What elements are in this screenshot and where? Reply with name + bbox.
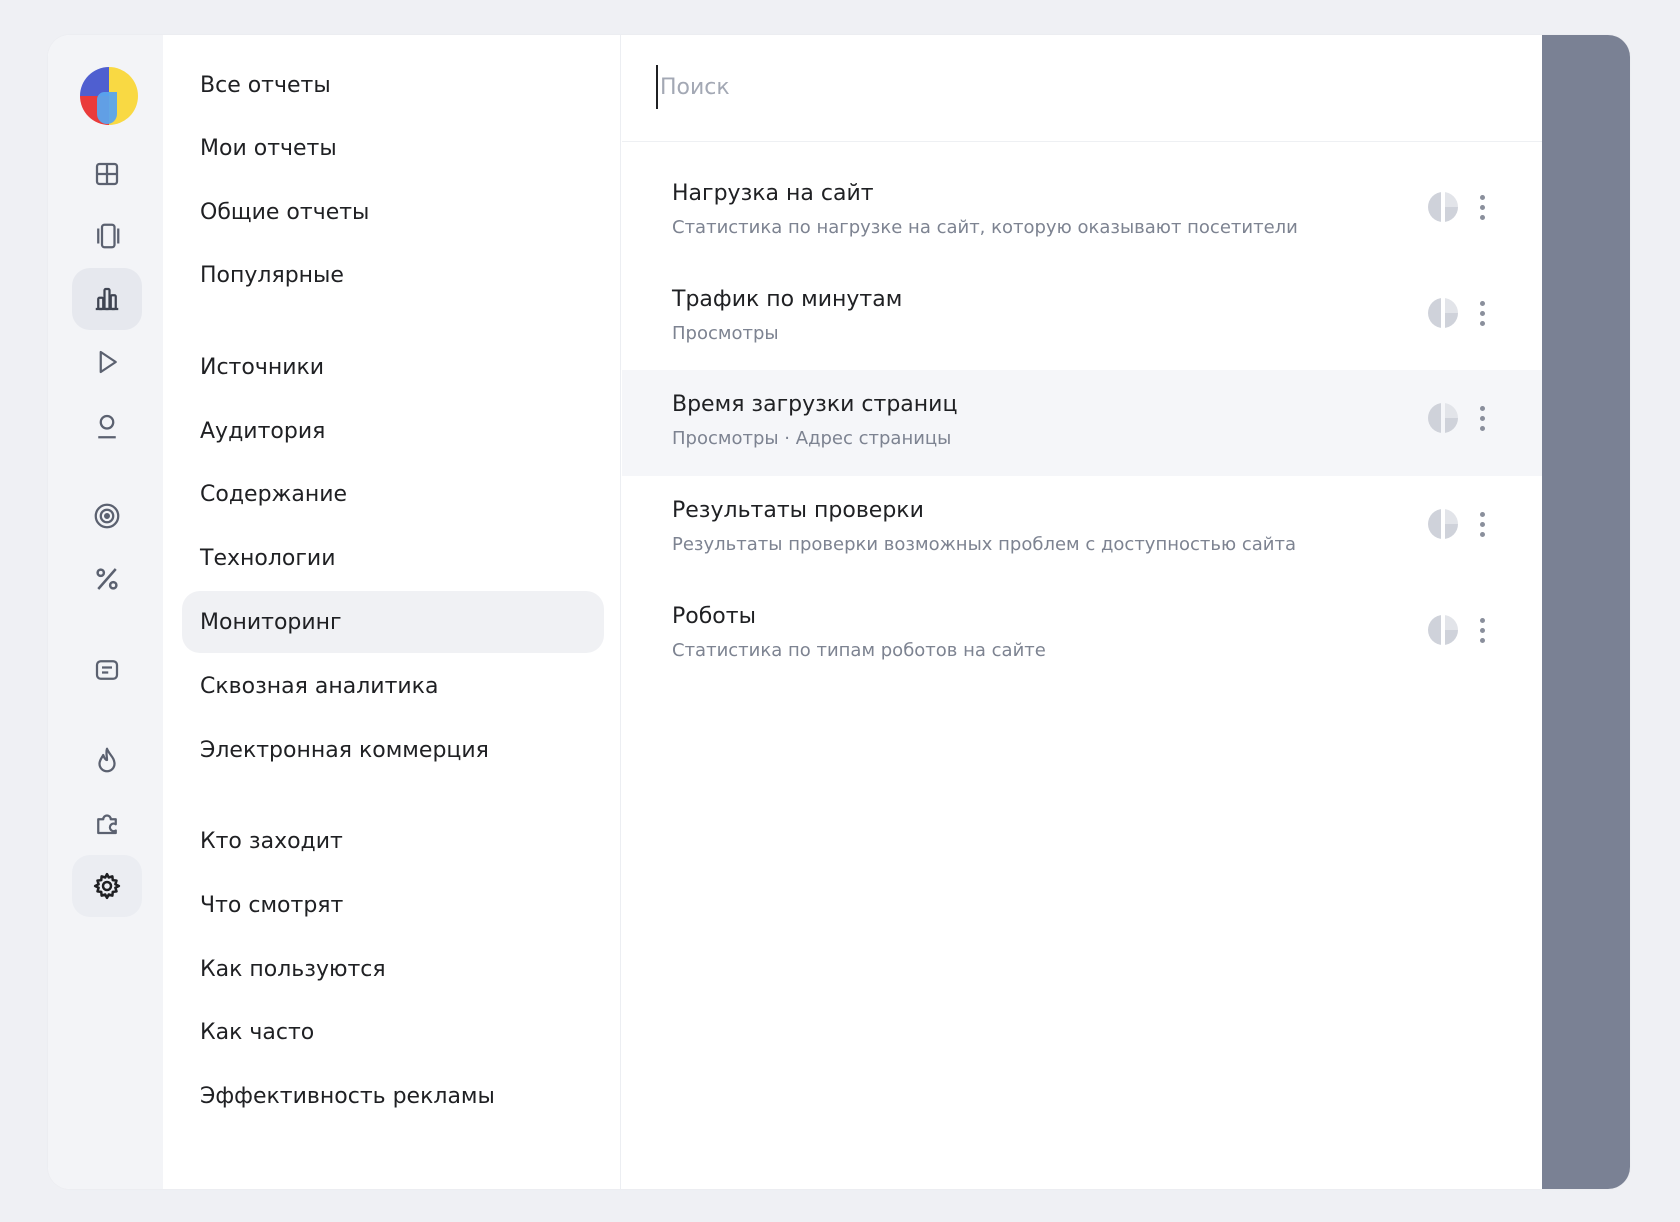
- nav-item-all-reports[interactable]: Все отчеты: [182, 54, 604, 116]
- report-subtitle: Статистика по типам роботов на сайте: [672, 640, 1046, 661]
- percent-icon[interactable]: [72, 548, 142, 610]
- more-options-icon[interactable]: [1470, 398, 1494, 438]
- device-icon[interactable]: [72, 205, 142, 267]
- target-icon[interactable]: [72, 485, 142, 547]
- nav-item-sources[interactable]: Источники: [182, 336, 604, 398]
- report-subtitle: Просмотры · Адрес страницы: [672, 428, 952, 449]
- report-row[interactable]: Результаты проверки Результаты проверки …: [622, 476, 1542, 582]
- search-bar: [622, 35, 1542, 142]
- pie-chart-icon[interactable]: [1428, 509, 1458, 539]
- report-title: Результаты проверки: [672, 498, 924, 523]
- nav-item-label: Как часто: [200, 1019, 315, 1045]
- nav-item-label: Что смотрят: [200, 892, 344, 918]
- report-categories-nav: Все отчеты Мои отчеты Общие отчеты Попул…: [163, 35, 621, 1189]
- more-options-icon[interactable]: [1470, 504, 1494, 544]
- user-icon[interactable]: [72, 395, 142, 457]
- nav-item-how-they-use[interactable]: Как пользуются: [182, 938, 604, 1000]
- nav-item-label: Популярные: [200, 262, 344, 288]
- report-subtitle: Результаты проверки возможных проблем с …: [672, 534, 1297, 555]
- report-title: Нагрузка на сайт: [672, 181, 874, 206]
- report-subtitle: Статистика по нагрузке на сайт, которую …: [672, 217, 1298, 238]
- pie-chart-icon[interactable]: [1428, 615, 1458, 645]
- nav-item-content[interactable]: Содержание: [182, 463, 604, 525]
- play-icon[interactable]: [72, 331, 142, 393]
- nav-item-ad-effectiveness[interactable]: Эффективность рекламы: [182, 1065, 604, 1127]
- nav-item-label: Электронная коммерция: [200, 737, 489, 763]
- nav-item-label: Содержание: [200, 481, 348, 507]
- nav-item-ecommerce[interactable]: Электронная коммерция: [182, 719, 604, 781]
- puzzle-icon[interactable]: [72, 792, 142, 854]
- nav-item-my-reports[interactable]: Мои отчеты: [182, 117, 604, 179]
- overlay-backdrop[interactable]: [1542, 35, 1630, 1189]
- report-title: Время загрузки страниц: [672, 392, 958, 417]
- list-icon[interactable]: [72, 639, 142, 701]
- nav-item-label: Общие отчеты: [200, 199, 370, 225]
- report-row[interactable]: Время загрузки страниц Просмотры · Адрес…: [622, 370, 1542, 476]
- nav-item-label: Все отчеты: [200, 72, 331, 98]
- pie-chart-icon[interactable]: [1428, 403, 1458, 433]
- report-title: Роботы: [672, 604, 756, 629]
- fire-icon[interactable]: [72, 729, 142, 791]
- more-options-icon[interactable]: [1470, 610, 1494, 650]
- reports-panel: Нагрузка на сайт Статистика по нагрузке …: [622, 35, 1542, 1189]
- nav-item-label: Источники: [200, 354, 325, 380]
- report-subtitle: Просмотры: [672, 323, 779, 344]
- nav-item-label: Эффективность рекламы: [200, 1083, 495, 1109]
- report-row[interactable]: Роботы Статистика по типам роботов на са…: [622, 582, 1542, 688]
- report-row[interactable]: Нагрузка на сайт Статистика по нагрузке …: [622, 159, 1542, 265]
- nav-item-what-they-view[interactable]: Что смотрят: [182, 874, 604, 936]
- nav-item-label: Сквозная аналитика: [200, 673, 439, 699]
- nav-item-label: Аудитория: [200, 418, 326, 444]
- nav-item-label: Мониторинг: [200, 609, 342, 635]
- nav-item-shared-reports[interactable]: Общие отчеты: [182, 181, 604, 243]
- nav-item-label: Как пользуются: [200, 956, 386, 982]
- pie-chart-icon[interactable]: [1428, 192, 1458, 222]
- search-input[interactable]: [656, 65, 1416, 109]
- nav-item-technology[interactable]: Технологии: [182, 527, 604, 589]
- nav-item-label: Технологии: [200, 545, 336, 571]
- nav-item-audience[interactable]: Аудитория: [182, 400, 604, 462]
- report-row[interactable]: Трафик по минутам Просмотры: [622, 265, 1542, 371]
- dashboard-icon[interactable]: [72, 143, 142, 205]
- nav-item-monitoring[interactable]: Мониторинг: [182, 591, 604, 653]
- nav-item-label: Кто заходит: [200, 828, 343, 854]
- app-window: Все отчеты Мои отчеты Общие отчеты Попул…: [48, 35, 1630, 1189]
- app-logo[interactable]: [80, 67, 138, 125]
- report-title: Трафик по минутам: [672, 287, 903, 312]
- pie-chart-icon[interactable]: [1428, 298, 1458, 328]
- more-options-icon[interactable]: [1470, 293, 1494, 333]
- nav-item-who-visits[interactable]: Кто заходит: [182, 810, 604, 872]
- nav-item-end-to-end-analytics[interactable]: Сквозная аналитика: [182, 655, 604, 717]
- icon-rail: [48, 35, 163, 1189]
- reports-icon[interactable]: [72, 268, 142, 330]
- gear-icon[interactable]: [72, 855, 142, 917]
- nav-item-label: Мои отчеты: [200, 135, 337, 161]
- nav-item-how-often[interactable]: Как часто: [182, 1001, 604, 1063]
- nav-item-popular[interactable]: Популярные: [182, 244, 604, 306]
- more-options-icon[interactable]: [1470, 187, 1494, 227]
